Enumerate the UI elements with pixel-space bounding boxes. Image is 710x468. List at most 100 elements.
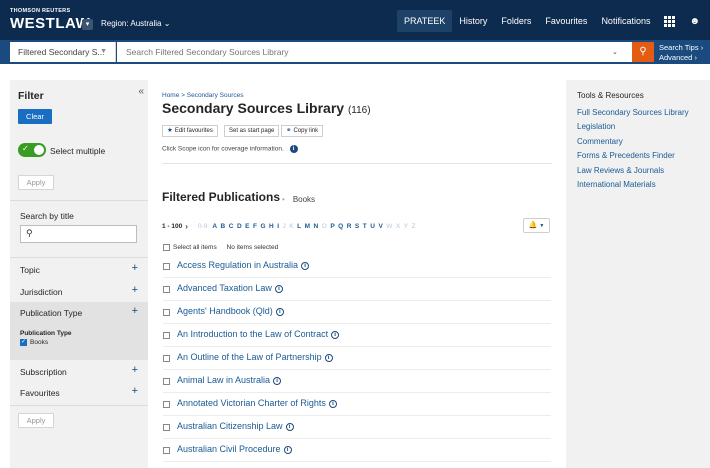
select-multiple-toggle[interactable] [18,143,46,157]
alpha-letter-m[interactable]: M [305,223,310,230]
publication-link[interactable]: An Outline of the Law of Partnership [177,352,322,362]
alpha-letter-g[interactable]: G [260,223,265,230]
info-icon[interactable]: i [324,353,333,362]
publication-checkbox[interactable] [163,447,170,454]
rail-link-commentary[interactable]: Commentary [577,137,623,146]
publication-checkbox[interactable] [163,263,170,270]
westlaw-logo[interactable]: THOMSON REUTERS WESTLAW [10,8,90,32]
rail-link-international[interactable]: International Materials [577,180,656,189]
publication-checkbox[interactable] [163,286,170,293]
facet-publication-type[interactable]: Publication Type + Publication Type Book… [10,302,148,360]
alpha-letter-p[interactable]: P [330,223,334,230]
facet-favourites[interactable]: Favourites + [10,382,148,404]
double-chevron-left-icon[interactable]: « [138,86,144,97]
grid-icon[interactable] [664,15,676,27]
info-icon[interactable]: i [331,330,340,339]
alpha-letter-e[interactable]: E [245,223,249,230]
alpha-letter-a[interactable]: A [212,223,217,230]
info-icon[interactable]: i [289,145,298,153]
publication-type-books-option[interactable]: Books [20,338,72,346]
info-icon[interactable]: i [301,261,310,270]
nav-notifications[interactable]: Notifications [594,10,657,32]
alpha-letter-u[interactable]: U [370,223,375,230]
publication-link[interactable]: Agents' Handbook (Qld) [177,306,273,316]
no-items-selected-label: No items selected [226,244,279,252]
search-input[interactable] [117,42,632,62]
rail-link-legislation[interactable]: Legislation [577,122,615,131]
publication-link[interactable]: Animal Law in Australia [177,375,270,385]
alpha-letter-h[interactable]: H [269,223,274,230]
publication-checkbox[interactable] [163,378,170,385]
alpha-digits[interactable]: 0-9 [198,223,207,230]
publication-checkbox[interactable] [163,355,170,362]
chevron-right-icon[interactable]: › [185,222,188,231]
search-history-chevron-icon[interactable]: ⌄ [612,48,618,56]
alpha-letter-k: K [289,223,294,230]
alpha-letter-s[interactable]: S [355,223,359,230]
alpha-letter-d[interactable]: D [237,223,242,230]
publication-checkbox[interactable] [163,401,170,408]
search-button[interactable]: ⚲ [632,42,654,62]
rail-link-forms-precedents[interactable]: Forms & Precedents Finder [577,151,675,160]
publication-checkbox[interactable] [163,424,170,431]
info-icon[interactable]: i [328,399,337,408]
nav-favourites[interactable]: Favourites [538,10,594,32]
publication-link[interactable]: Australian Citizenship Law [177,421,283,431]
alpha-letter-q[interactable]: Q [338,223,343,230]
alpha-letter-l[interactable]: L [297,223,301,230]
info-icon[interactable]: i [275,307,284,316]
region-selector[interactable]: Region: Australia ⌄ [101,19,170,28]
copy-link-button[interactable]: ⚭ Copy link [281,125,324,137]
link-icon: ⚭ [286,127,292,134]
filter-title: Filter [18,90,44,102]
clear-button[interactable]: Clear [18,109,52,124]
alpha-letter-i[interactable]: I [277,223,279,230]
publication-link[interactable]: Advanced Taxation Law [177,283,272,293]
publication-link[interactable]: Access Regulation in Australia [177,260,298,270]
publication-link[interactable]: Australian Civil Procedure [177,444,281,454]
alpha-letter-t[interactable]: T [363,223,367,230]
info-icon[interactable]: i [273,376,282,385]
brand-small-text: THOMSON REUTERS [10,8,71,14]
apply-button-top[interactable]: Apply [18,175,54,190]
alert-dropdown-button[interactable]: 🔔 ▼ [523,218,550,233]
rail-link-full-library[interactable]: Full Secondary Sources Library [577,108,689,117]
publication-link[interactable]: An Introduction to the Law of Contract [177,329,328,339]
facet-subscription[interactable]: Subscription + [10,361,148,383]
publication-checkbox[interactable] [163,309,170,316]
facet-topic[interactable]: Topic + [10,259,148,281]
set-start-page-button[interactable]: Set as start page [224,125,280,137]
alpha-letter-c[interactable]: C [229,223,234,230]
search-tips-link[interactable]: Search Tips › [659,43,703,53]
nav-history[interactable]: History [452,10,494,32]
info-icon[interactable]: i [285,422,294,431]
advanced-search-label: Advanced [659,53,693,62]
alpha-letter-b[interactable]: B [221,223,226,230]
alpha-letter-v[interactable]: V [378,223,382,230]
title-search-input[interactable]: ⚲ [20,225,137,243]
nav-folders[interactable]: Folders [494,10,538,32]
search-icon: ⚲ [26,228,33,238]
alpha-letter-n[interactable]: N [314,223,319,230]
rail-link-law-reviews[interactable]: Law Reviews & Journals [577,166,664,175]
alpha-letter-r[interactable]: R [347,223,352,230]
top-navigation: PRATEEK History Folders Favourites Notif… [397,10,700,32]
info-icon[interactable]: i [274,284,283,293]
user-icon[interactable]: ☻ [689,16,700,27]
checkbox-checked[interactable] [20,338,27,346]
edit-favourites-button[interactable]: ★ Edit favourites [162,125,218,137]
breadcrumb[interactable]: Home > Secondary Sources [162,92,243,99]
filter-divider [10,257,148,258]
facet-jurisdiction[interactable]: Jurisdiction + [10,281,148,303]
product-switch-icon[interactable]: ▾ [82,19,93,30]
apply-button-bottom[interactable]: Apply [18,413,54,428]
info-icon[interactable]: i [283,445,292,454]
select-all-label: Select all items [173,244,217,252]
publication-link[interactable]: Annotated Victorian Charter of Rights [177,398,326,408]
publication-checkbox[interactable] [163,332,170,339]
select-all-checkbox[interactable] [163,244,170,251]
nav-user[interactable]: PRATEEK [397,10,453,32]
advanced-search-link[interactable]: Advanced › [659,53,703,63]
alpha-letter-f[interactable]: F [253,223,257,230]
search-scope-select[interactable]: Filtered Secondary S... ▼ [10,42,116,62]
